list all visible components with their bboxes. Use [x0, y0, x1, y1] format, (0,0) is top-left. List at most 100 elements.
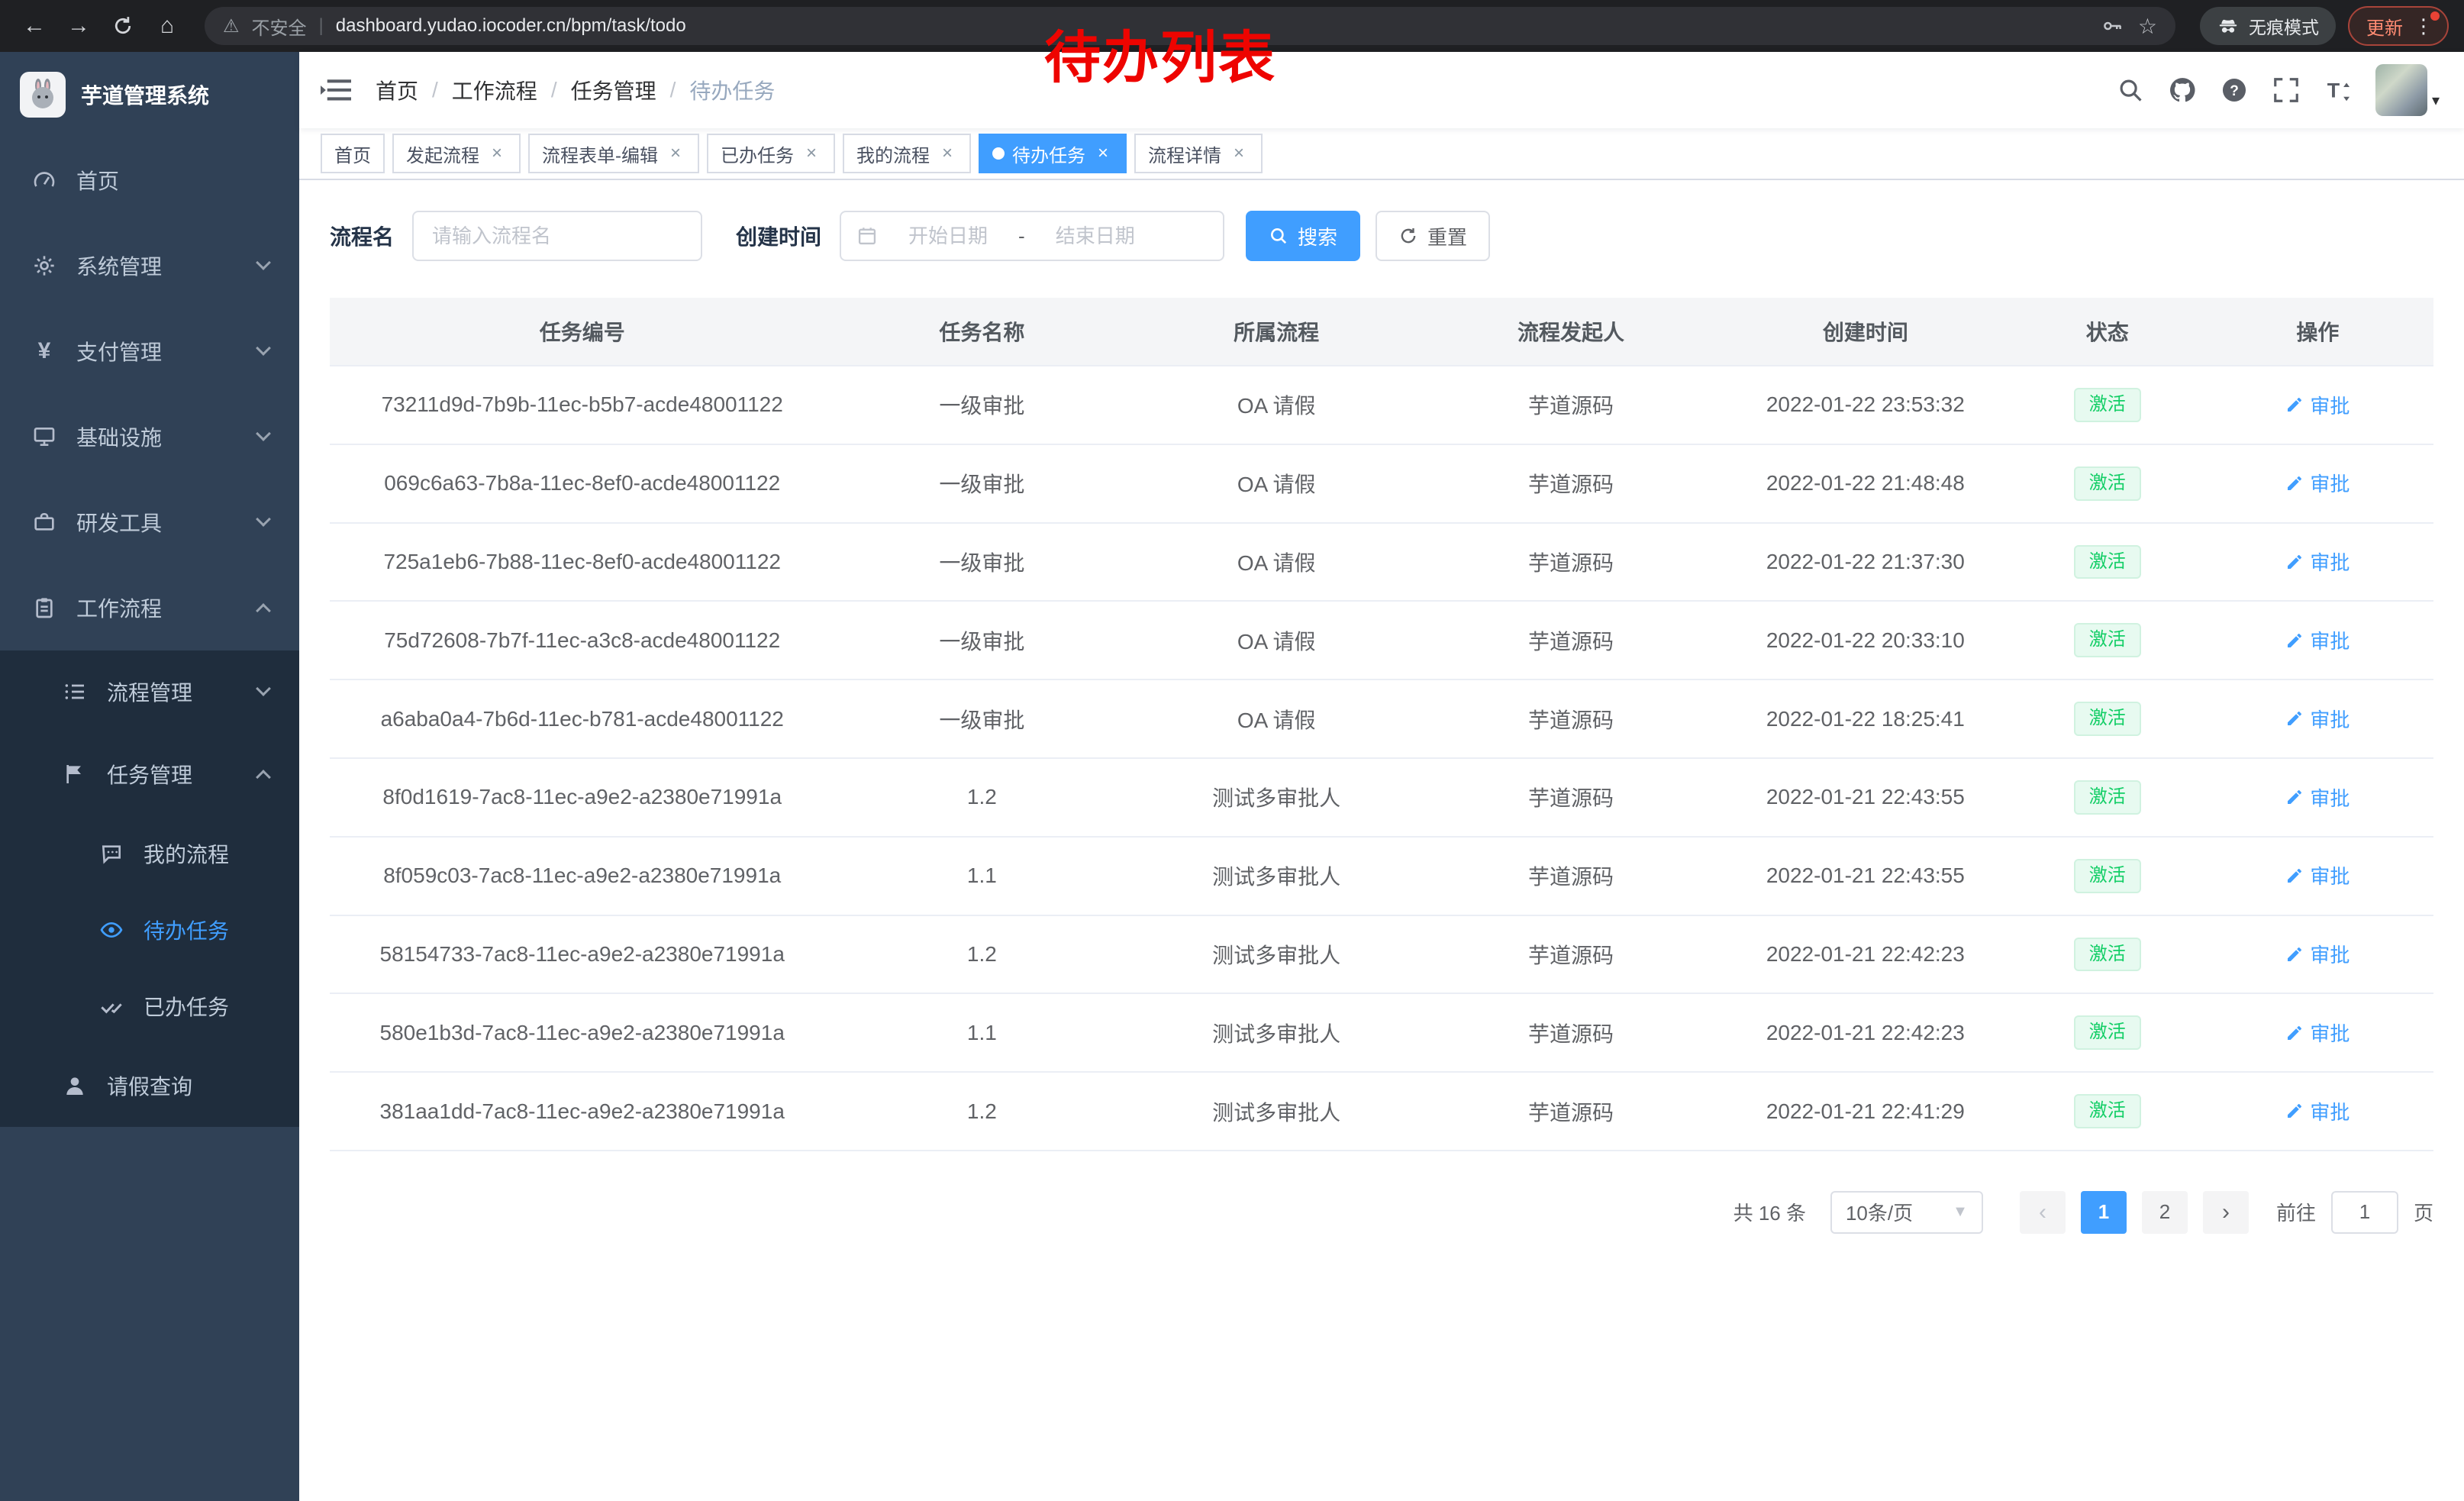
tab-process-form-edit[interactable]: 流程表单-编辑×: [528, 134, 699, 173]
forward-icon[interactable]: →: [60, 7, 98, 45]
font-size-icon[interactable]: T: [2324, 76, 2353, 105]
tab-process-detail[interactable]: 流程详情×: [1134, 134, 1263, 173]
status-badge: 激活: [2074, 859, 2141, 893]
breadcrumb-item-workflow[interactable]: 工作流程: [452, 75, 537, 105]
fullscreen-icon[interactable]: [2272, 76, 2301, 105]
breadcrumb-item-task-mgmt[interactable]: 任务管理: [571, 75, 656, 105]
sidebar-item-task-mgmt[interactable]: 任务管理: [0, 733, 299, 815]
chrome-update-button[interactable]: 更新 ⋮: [2348, 6, 2449, 46]
list-icon: [61, 679, 89, 704]
page-button-1[interactable]: 1: [2081, 1191, 2127, 1234]
edit-pencil-icon: [2285, 631, 2304, 650]
sidebar-item-infra[interactable]: 基础设施: [0, 394, 299, 479]
gear-icon: [31, 253, 58, 278]
sidebar-item-payment[interactable]: ¥ 支付管理: [0, 308, 299, 394]
task-id-cell: 381aa1dd-7ac8-11ec-a9e2-a2380e71991a: [330, 1072, 834, 1151]
tab-done-task[interactable]: 已办任务×: [707, 134, 835, 173]
column-header-task-name: 任务名称: [834, 298, 1129, 366]
task-name-cell: 1.2: [834, 1072, 1129, 1151]
home-icon[interactable]: ⌂: [148, 7, 186, 45]
next-page-button[interactable]: ›: [2203, 1191, 2249, 1234]
dashboard-icon: [31, 168, 58, 192]
approve-link[interactable]: 审批: [2285, 705, 2350, 733]
page-url: dashboard.yudao.iocoder.cn/bpm/task/todo: [336, 15, 686, 37]
goto-unit: 页: [2414, 1198, 2433, 1226]
approve-link[interactable]: 审批: [2285, 626, 2350, 654]
end-date-input[interactable]: [1031, 224, 1159, 248]
approve-link[interactable]: 审批: [2285, 1018, 2350, 1047]
task-name-cell: 1.1: [834, 837, 1129, 915]
prev-page-button[interactable]: ‹: [2020, 1191, 2066, 1234]
status-cell: 激活: [2013, 993, 2202, 1072]
column-header-created: 创建时间: [1718, 298, 2013, 366]
approve-link[interactable]: 审批: [2285, 469, 2350, 497]
app-title: 芋道管理系统: [81, 79, 209, 110]
breadcrumb-separator: /: [670, 78, 676, 102]
close-icon[interactable]: ×: [801, 144, 821, 163]
page-size-select[interactable]: 10条/页 ▼: [1830, 1191, 1983, 1234]
approve-link[interactable]: 审批: [2285, 391, 2350, 419]
status-cell: 激活: [2013, 1072, 2202, 1151]
tab-start-process[interactable]: 发起流程×: [392, 134, 521, 173]
navbar: 首页 / 工作流程 / 任务管理 / 待办任务 ?: [299, 52, 2464, 128]
process-name-input[interactable]: [412, 211, 702, 261]
password-key-icon[interactable]: [2098, 15, 2126, 37]
sidebar-item-system[interactable]: 系统管理: [0, 223, 299, 308]
help-icon[interactable]: ?: [2220, 76, 2249, 105]
breadcrumb-separator: /: [551, 78, 557, 102]
approve-link[interactable]: 审批: [2285, 1097, 2350, 1125]
tab-todo-task[interactable]: 待办任务×: [979, 134, 1127, 173]
search-icon[interactable]: [2116, 76, 2145, 105]
sidebar-item-todo-task[interactable]: 待办任务: [0, 892, 299, 968]
initiator-cell: 芋道源码: [1424, 444, 1718, 523]
date-range-picker[interactable]: -: [840, 211, 1224, 261]
approve-link[interactable]: 审批: [2285, 861, 2350, 889]
table-row: 8f0d1619-7ac8-11ec-a9e2-a2380e71991a 1.2…: [330, 758, 2433, 837]
close-icon[interactable]: ×: [1093, 144, 1113, 163]
edit-pencil-icon: [2285, 867, 2304, 885]
table-body: 73211d9d-7b9b-11ec-b5b7-acde48001122 一级审…: [330, 366, 2433, 1151]
monitor-icon: [31, 424, 58, 449]
breadcrumb-separator: /: [432, 78, 438, 102]
sidebar-item-label: 系统管理: [76, 250, 162, 281]
reload-icon[interactable]: [104, 7, 142, 45]
user-avatar[interactable]: ▾: [2375, 64, 2440, 116]
sidebar-toggle-icon[interactable]: [321, 75, 351, 105]
chevron-down-icon: [256, 681, 271, 696]
edit-pencil-icon: [2285, 1102, 2304, 1120]
close-icon[interactable]: ×: [487, 144, 507, 163]
approve-link[interactable]: 审批: [2285, 547, 2350, 576]
approve-link[interactable]: 审批: [2285, 783, 2350, 812]
back-icon[interactable]: ←: [15, 7, 53, 45]
sidebar-item-workflow[interactable]: 工作流程: [0, 565, 299, 650]
tab-my-process[interactable]: 我的流程×: [843, 134, 971, 173]
task-name-cell: 1.2: [834, 758, 1129, 837]
close-icon[interactable]: ×: [1229, 144, 1249, 163]
sidebar-item-devtools[interactable]: 研发工具: [0, 479, 299, 565]
goto-page-input[interactable]: [2331, 1191, 2398, 1234]
bookmark-star-icon[interactable]: ☆: [2138, 14, 2157, 39]
action-cell: 审批: [2202, 444, 2433, 523]
security-label: 不安全: [252, 13, 307, 40]
sidebar-item-home[interactable]: 首页: [0, 137, 299, 223]
browser-menu-icon[interactable]: ⋮: [2414, 16, 2433, 36]
start-date-input[interactable]: [884, 224, 1012, 248]
breadcrumb-item-home[interactable]: 首页: [376, 75, 418, 105]
approve-link[interactable]: 审批: [2285, 940, 2350, 968]
sidebar-item-leave-query[interactable]: 请假查询: [0, 1044, 299, 1127]
sidebar-item-label: 我的流程: [144, 838, 229, 869]
status-cell: 激活: [2013, 679, 2202, 758]
sidebar-item-process-mgmt[interactable]: 流程管理: [0, 650, 299, 733]
status-badge: 激活: [2074, 780, 2141, 815]
tab-home[interactable]: 首页: [321, 134, 385, 173]
sidebar-item-done-task[interactable]: 已办任务: [0, 968, 299, 1044]
sidebar-item-my-process[interactable]: 我的流程: [0, 815, 299, 892]
process-name-label: 流程名: [330, 221, 394, 251]
action-cell: 审批: [2202, 679, 2433, 758]
close-icon[interactable]: ×: [937, 144, 957, 163]
search-button[interactable]: 搜索: [1246, 211, 1360, 261]
close-icon[interactable]: ×: [666, 144, 685, 163]
github-icon[interactable]: [2168, 76, 2197, 105]
page-button-2[interactable]: 2: [2142, 1191, 2188, 1234]
reset-button[interactable]: 重置: [1376, 211, 1490, 261]
